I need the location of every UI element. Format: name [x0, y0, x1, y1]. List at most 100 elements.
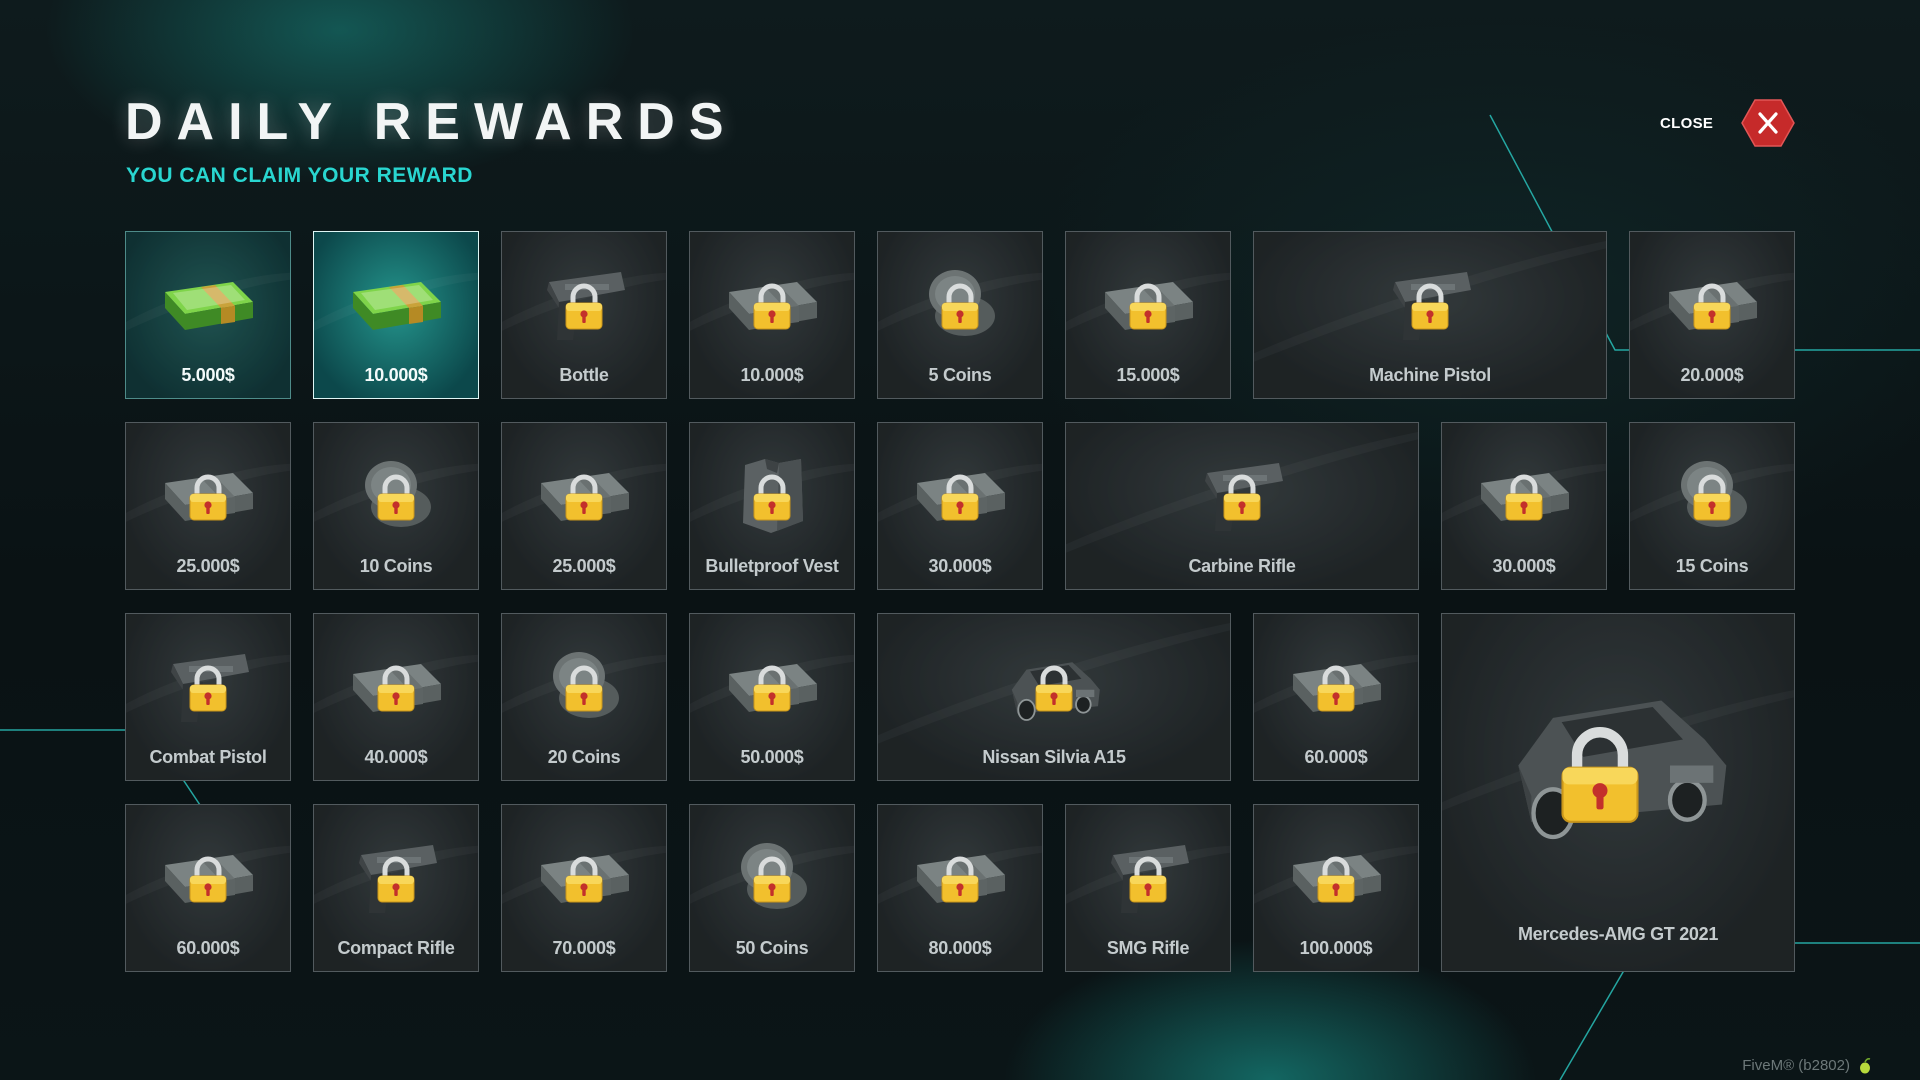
lock-icon — [1315, 665, 1357, 713]
reward-label: 20 Coins — [547, 747, 621, 767]
reward-tile[interactable]: 15.000$ — [1065, 231, 1231, 399]
reward-label: 5.000$ — [181, 365, 235, 385]
cash-icon — [341, 642, 451, 732]
reward-label: 10.000$ — [740, 365, 804, 385]
pistol-icon — [1375, 260, 1485, 350]
lock-icon — [939, 283, 981, 331]
reward-tile[interactable]: Carbine Rifle — [1065, 422, 1419, 590]
reward-label: 25.000$ — [176, 556, 240, 576]
reward-tile[interactable]: 30.000$ — [1441, 422, 1607, 590]
lock-icon — [1556, 726, 1644, 826]
reward-label: 40.000$ — [364, 747, 428, 767]
reward-tile[interactable]: 10 Coins — [313, 422, 479, 590]
cash-icon — [1281, 833, 1391, 923]
close-button[interactable] — [1741, 98, 1796, 148]
lock-icon — [1221, 474, 1263, 522]
reward-tile[interactable]: Machine Pistol — [1253, 231, 1607, 399]
reward-tile[interactable]: 25.000$ — [501, 422, 667, 590]
car-icon — [999, 642, 1109, 732]
cash-icon — [153, 451, 263, 541]
reward-tile[interactable]: 50.000$ — [689, 613, 855, 781]
reward-label: 10.000$ — [364, 365, 428, 385]
reward-label: Combat Pistol — [149, 747, 267, 767]
reward-tile[interactable]: SMG Rifle — [1065, 804, 1231, 972]
lock-icon — [375, 665, 417, 713]
lock-icon — [939, 856, 981, 904]
lock-icon — [751, 283, 793, 331]
close-icon — [1741, 99, 1796, 147]
reward-tile[interactable]: 100.000$ — [1253, 804, 1419, 972]
cash-icon — [153, 833, 263, 923]
reward-tile[interactable]: 30.000$ — [877, 422, 1043, 590]
reward-tile[interactable]: 60.000$ — [1253, 613, 1419, 781]
lock-icon — [1033, 665, 1075, 713]
reward-label: 80.000$ — [928, 938, 992, 958]
reward-tile[interactable]: Bulletproof Vest — [689, 422, 855, 590]
lock-icon — [751, 856, 793, 904]
reward-tile[interactable]: Compact Rifle — [313, 804, 479, 972]
reward-label: 60.000$ — [176, 938, 240, 958]
reward-tile[interactable]: Combat Pistol — [125, 613, 291, 781]
cash-icon — [153, 260, 263, 350]
lock-icon — [563, 283, 605, 331]
reward-tile[interactable]: 5 Coins — [877, 231, 1043, 399]
lock-icon — [751, 665, 793, 713]
reward-tile[interactable]: 10.000$ — [313, 231, 479, 399]
reward-label: 100.000$ — [1299, 938, 1373, 958]
reward-label: 10 Coins — [359, 556, 433, 576]
coins-icon — [341, 451, 451, 541]
cash-icon — [1657, 260, 1767, 350]
reward-tile[interactable]: 5.000$ — [125, 231, 291, 399]
reward-tile[interactable]: Nissan Silvia A15 — [877, 613, 1231, 781]
lock-icon — [1127, 856, 1169, 904]
reward-label: Nissan Silvia A15 — [982, 747, 1126, 767]
cash-icon — [717, 642, 827, 732]
reward-tile[interactable]: Mercedes-AMG GT 2021 — [1441, 613, 1795, 972]
page-title: DAILY REWARDS — [125, 93, 738, 151]
lock-icon — [563, 856, 605, 904]
fivem-logo-icon — [1860, 1057, 1871, 1073]
build-info: FiveM® (b2802) — [1742, 1057, 1872, 1074]
reward-tile[interactable]: 40.000$ — [313, 613, 479, 781]
vest-icon — [717, 451, 827, 541]
close-control[interactable]: CLOSE — [1660, 98, 1796, 148]
reward-tile[interactable]: 15 Coins — [1629, 422, 1795, 590]
reward-label: Bulletproof Vest — [705, 556, 839, 576]
cash-icon — [529, 451, 639, 541]
reward-label: Mercedes-AMG GT 2021 — [1517, 924, 1719, 944]
coins-icon — [529, 642, 639, 732]
reward-tile[interactable]: Bottle — [501, 231, 667, 399]
reward-tile[interactable]: 20 Coins — [501, 613, 667, 781]
car-icon — [1488, 654, 1748, 864]
reward-tile[interactable]: 70.000$ — [501, 804, 667, 972]
reward-tile[interactable]: 25.000$ — [125, 422, 291, 590]
reward-label: 25.000$ — [552, 556, 616, 576]
reward-label: SMG Rifle — [1106, 938, 1190, 958]
lock-icon — [187, 856, 229, 904]
reward-label: Bottle — [559, 365, 609, 385]
reward-tile[interactable]: 50 Coins — [689, 804, 855, 972]
lock-icon — [563, 665, 605, 713]
reward-label: 50.000$ — [740, 747, 804, 767]
reward-tile[interactable]: 10.000$ — [689, 231, 855, 399]
lock-icon — [1691, 474, 1733, 522]
lock-icon — [939, 474, 981, 522]
rewards-grid: 5.000$ 10.000$ Bottle 10.000$ 5 Coins 15… — [125, 231, 1795, 972]
cash-icon — [905, 451, 1015, 541]
coins-icon — [1657, 451, 1767, 541]
build-label: FiveM® (b2802) — [1742, 1057, 1850, 1074]
lock-icon — [563, 474, 605, 522]
lock-icon — [1503, 474, 1545, 522]
reward-tile[interactable]: 80.000$ — [877, 804, 1043, 972]
reward-tile[interactable]: 20.000$ — [1629, 231, 1795, 399]
pistol-icon — [1187, 451, 1297, 541]
reward-tile[interactable]: 60.000$ — [125, 804, 291, 972]
reward-label: Compact Rifle — [337, 938, 455, 958]
reward-label: 5 Coins — [928, 365, 992, 385]
lock-icon — [1315, 856, 1357, 904]
lock-icon — [375, 856, 417, 904]
cash-icon — [341, 260, 451, 350]
reward-label: 30.000$ — [928, 556, 992, 576]
cash-icon — [905, 833, 1015, 923]
coins-icon — [717, 833, 827, 923]
